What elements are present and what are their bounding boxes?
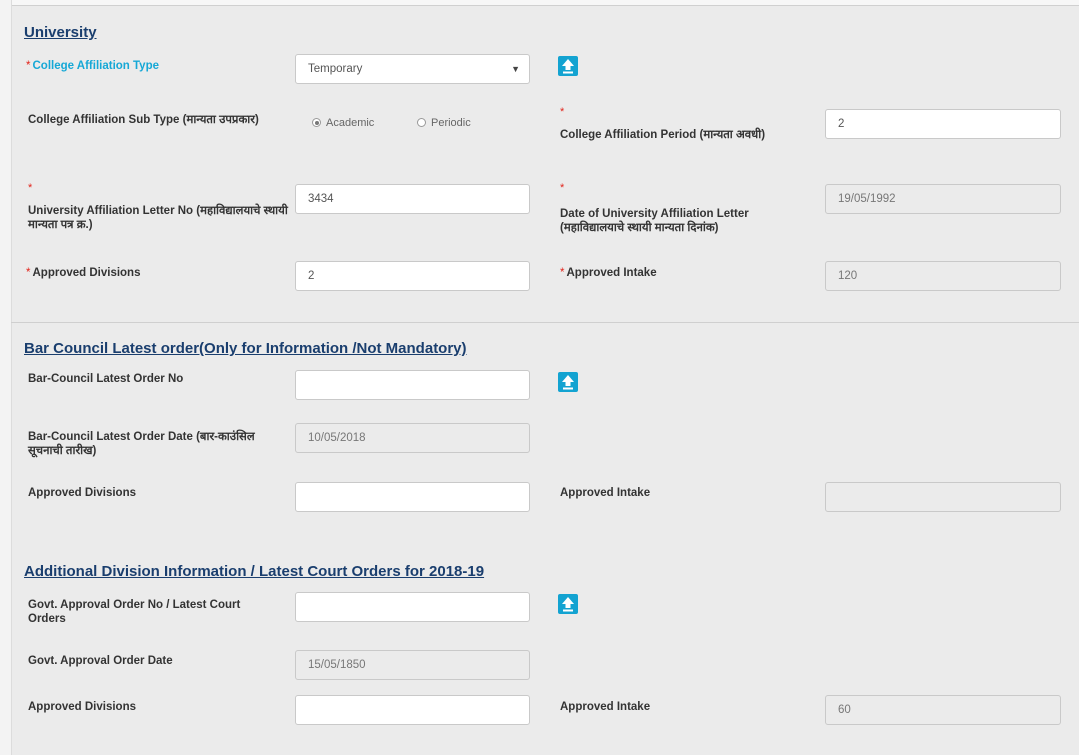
approved-divisions-input[interactable]: 2 [295,261,530,291]
required-marker: * [26,267,31,279]
university-letter-no-label: University Affiliation Letter No (महाविद… [28,205,288,231]
section-divider [11,322,1079,323]
bar-council-intake-input[interactable] [825,482,1061,512]
govt-order-no-label: Govt. Approval Order No / Latest Court O… [28,599,241,625]
approved-intake-label-text: Approved Intake [566,267,657,279]
approved-divisions-label-text: Approved Divisions [32,267,141,279]
required-marker: * [560,267,565,279]
college-affiliation-type-select[interactable]: Temporary ▼ [295,54,530,84]
upload-arrow-icon [562,597,574,612]
radio-periodic-label: Periodic [431,117,471,129]
upload-govt-order-button[interactable] [558,594,578,614]
bar-council-order-date-input[interactable]: 10/05/2018 [295,423,530,453]
bar-council-order-date-label: Bar-Council Latest Order Date (बार-काउंस… [28,431,255,457]
bar-council-order-no-label: Bar-Council Latest Order No [28,373,184,385]
affiliation-period-label: College Affiliation Period (मान्यता अवधी… [560,129,766,141]
required-marker: * [26,60,31,72]
university-letter-date-label: Date of University Affiliation Letter (म… [560,208,749,234]
left-frame-border [0,0,12,755]
bar-council-divisions-input[interactable] [295,482,530,512]
approved-intake-label: * Approved Intake [560,266,657,280]
bar-council-order-no-input[interactable] [295,370,530,400]
university-letter-date-input[interactable]: 19/05/1992 [825,184,1061,214]
additional-divisions-label: Approved Divisions [28,701,136,713]
bar-council-intake-label: Approved Intake [560,487,651,499]
radio-periodic[interactable]: Periodic [417,117,471,129]
affiliation-subtype-label: College Affiliation Sub Type (मान्यता उप… [28,114,259,126]
upload-bar-council-button[interactable] [558,372,578,392]
college-affiliation-type-label-text: College Affiliation Type [32,60,159,72]
section-title-additional-division: Additional Division Information / Latest… [24,563,485,580]
university-letter-no-input[interactable]: 3434 [295,184,530,214]
radio-academic-dot [312,118,321,127]
letter-no-required-marker: * [28,182,33,194]
govt-order-date-label: Govt. Approval Order Date [28,655,173,667]
bar-council-divisions-label: Approved Divisions [28,487,136,499]
section-title-university: University [24,24,97,41]
college-affiliation-type-label: * College Affiliation Type [26,59,159,73]
radio-periodic-dot [417,118,426,127]
chevron-down-icon: ▼ [511,64,520,74]
affiliation-period-input[interactable]: 2 [825,109,1061,139]
additional-divisions-input[interactable] [295,695,530,725]
additional-intake-input[interactable]: 60 [825,695,1061,725]
section-title-bar-council: Bar Council Latest order(Only for Inform… [24,340,467,357]
radio-academic-label: Academic [326,117,375,129]
upload-affiliation-button[interactable] [558,56,578,76]
approved-intake-input[interactable]: 120 [825,261,1061,291]
radio-academic[interactable]: Academic [312,117,374,129]
additional-intake-label: Approved Intake [560,701,651,713]
govt-order-no-input[interactable] [295,592,530,622]
letter-date-required-marker: * [560,182,565,194]
upload-arrow-icon [562,59,574,74]
govt-order-date-input[interactable]: 15/05/1850 [295,650,530,680]
affiliation-period-required-marker: * [560,106,565,118]
upload-arrow-icon [562,375,574,390]
approved-divisions-label: * Approved Divisions [26,266,140,280]
top-frame-border [0,0,1079,6]
college-affiliation-type-value: Temporary [308,63,363,75]
